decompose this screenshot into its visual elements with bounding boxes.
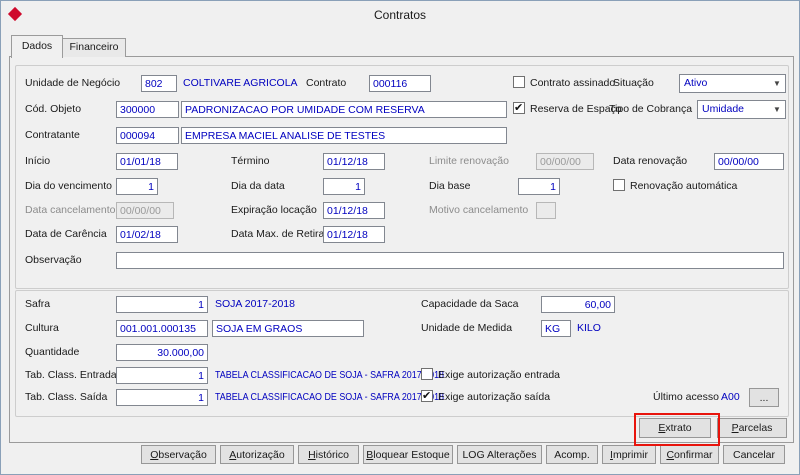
data-renovacao-input[interactable] xyxy=(714,153,784,170)
dia-vencimento-label: Dia do vencimento xyxy=(25,178,112,195)
contratos-window: Contratos Dados Financeiro Unidade de Ne… xyxy=(0,0,800,475)
exige-autorizacao-entrada-label: Exige autorização entrada xyxy=(438,369,560,381)
data-carencia-label: Data de Carência xyxy=(25,226,107,243)
capacidade-saca-input[interactable] xyxy=(541,296,615,313)
autorizacao-button[interactable]: Autorização xyxy=(220,445,294,464)
reserva-espaco-checkbox[interactable]: Reserva de Espaço xyxy=(513,101,622,118)
unidade-negocio-desc: COLTIVARE AGRICOLA xyxy=(183,75,298,92)
data-cancelamento-label: Data cancelamento xyxy=(25,202,115,219)
data-cancelamento-input xyxy=(116,202,174,219)
quantidade-label: Quantidade xyxy=(25,344,79,361)
ultimo-acesso-value: A00 xyxy=(721,389,740,406)
tipo-cobranca-select[interactable]: Umidade ▼ xyxy=(697,100,786,119)
parcelas-button[interactable]: Parcelas xyxy=(717,418,787,438)
termino-label: Término xyxy=(231,153,270,170)
checkbox-box xyxy=(513,102,525,114)
cancelar-button[interactable]: Cancelar xyxy=(723,445,785,464)
title-bar[interactable]: Contratos xyxy=(1,1,799,29)
cod-objeto-desc-input[interactable] xyxy=(181,101,507,118)
ultimo-acesso-browse-button[interactable]: ... xyxy=(749,388,779,407)
extrato-button[interactable]: Extrato xyxy=(639,418,711,438)
tab-financeiro[interactable]: Financeiro xyxy=(62,38,126,57)
termino-input[interactable] xyxy=(323,153,385,170)
checkbox-box xyxy=(613,179,625,191)
observacao-button[interactable]: Observação xyxy=(141,445,216,464)
cultura-label: Cultura xyxy=(25,320,59,337)
motivo-cancelamento-label: Motivo cancelamento xyxy=(429,202,528,219)
dia-vencimento-input[interactable] xyxy=(116,178,158,195)
dia-data-label: Dia da data xyxy=(231,178,285,195)
tab-class-saida-desc: TABELA CLASSIFICACAO DE SOJA - SAFRA 201… xyxy=(215,389,444,406)
bloquear-estoque-button[interactable]: Bloquear Estoque xyxy=(363,445,453,464)
renovacao-automatica-label: Renovação automática xyxy=(630,180,737,192)
tab-class-saida-label: Tab. Class. Saída xyxy=(25,389,107,406)
unidade-medida-desc: KILO xyxy=(577,320,601,337)
tab-class-entrada-label: Tab. Class. Entrada xyxy=(25,367,117,384)
checkbox-box xyxy=(421,390,433,402)
ultimo-acesso-label: Último acesso xyxy=(653,389,719,406)
dia-data-input[interactable] xyxy=(323,178,365,195)
tab-class-saida-code-input[interactable] xyxy=(116,389,208,406)
data-max-retirada-input[interactable] xyxy=(323,226,385,243)
log-alteracoes-button[interactable]: LOG Alterações xyxy=(457,445,542,464)
chevron-down-icon: ▼ xyxy=(771,104,783,116)
cod-objeto-code-input[interactable] xyxy=(116,101,179,118)
data-carencia-input[interactable] xyxy=(116,226,178,243)
contrato-assinado-label: Contrato assinado xyxy=(530,77,615,89)
renovacao-automatica-checkbox[interactable]: Renovação automática xyxy=(613,178,737,195)
unidade-negocio-label: Unidade de Negócio xyxy=(25,75,120,92)
inicio-input[interactable] xyxy=(116,153,178,170)
safra-desc: SOJA 2017-2018 xyxy=(215,296,295,313)
checkbox-box xyxy=(421,368,433,380)
situacao-label: Situação xyxy=(613,75,654,92)
window-title: Contratos xyxy=(1,8,799,22)
tab-class-entrada-code-input[interactable] xyxy=(116,367,208,384)
expiracao-locacao-label: Expiração locação xyxy=(231,202,317,219)
expiracao-locacao-input[interactable] xyxy=(323,202,385,219)
cultura-code-input[interactable] xyxy=(116,320,208,337)
tipo-cobranca-label: Tipo de Cobrança xyxy=(609,101,692,118)
chevron-down-icon: ▼ xyxy=(771,78,783,90)
tab-dados[interactable]: Dados xyxy=(11,35,63,58)
unidade-negocio-code-input[interactable] xyxy=(141,75,177,92)
checkbox-box xyxy=(513,76,525,88)
historico-button[interactable]: Histórico xyxy=(298,445,359,464)
safra-code-input[interactable] xyxy=(116,296,208,313)
unidade-medida-code-input[interactable] xyxy=(541,320,571,337)
observacao-input[interactable] xyxy=(116,252,784,269)
contrato-assinado-checkbox[interactable]: Contrato assinado xyxy=(513,75,615,92)
data-renovacao-label: Data renovação xyxy=(613,153,687,170)
tab-class-entrada-desc: TABELA CLASSIFICACAO DE SOJA - SAFRA 201… xyxy=(215,367,444,384)
cultura-desc-input[interactable] xyxy=(212,320,364,337)
limite-renovacao-label: Limite renovação xyxy=(429,153,509,170)
capacidade-saca-label: Capacidade da Saca xyxy=(421,296,519,313)
situacao-value: Ativo xyxy=(684,75,707,92)
confirmar-button[interactable]: Confirmar xyxy=(660,445,719,464)
contrato-input[interactable] xyxy=(369,75,431,92)
contratante-desc-input[interactable] xyxy=(181,127,507,144)
data-max-retirada-label: Data Max. de Retirada xyxy=(231,226,336,243)
observacao-label: Observação xyxy=(25,252,82,269)
imprimir-button[interactable]: Imprimir xyxy=(602,445,656,464)
quantidade-input[interactable] xyxy=(116,344,208,361)
exige-autorizacao-entrada-checkbox[interactable]: Exige autorização entrada xyxy=(421,367,560,384)
inicio-label: Início xyxy=(25,153,50,170)
tipo-cobranca-value: Umidade xyxy=(702,101,744,118)
safra-label: Safra xyxy=(25,296,50,313)
contratante-label: Contratante xyxy=(25,127,80,144)
acomp-button[interactable]: Acomp. xyxy=(546,445,598,464)
exige-autorizacao-saida-checkbox[interactable]: Exige autorização saída xyxy=(421,389,550,406)
contratante-code-input[interactable] xyxy=(116,127,179,144)
dia-base-label: Dia base xyxy=(429,178,470,195)
exige-autorizacao-saida-label: Exige autorização saída xyxy=(438,391,550,403)
motivo-cancelamento-input xyxy=(536,202,556,219)
dia-base-input[interactable] xyxy=(518,178,560,195)
contrato-label: Contrato xyxy=(306,75,346,92)
limite-renovacao-input xyxy=(536,153,594,170)
cod-objeto-label: Cód. Objeto xyxy=(25,101,81,118)
reserva-espaco-label: Reserva de Espaço xyxy=(530,103,622,115)
unidade-medida-label: Unidade de Medida xyxy=(421,320,512,337)
situacao-select[interactable]: Ativo ▼ xyxy=(679,74,786,93)
